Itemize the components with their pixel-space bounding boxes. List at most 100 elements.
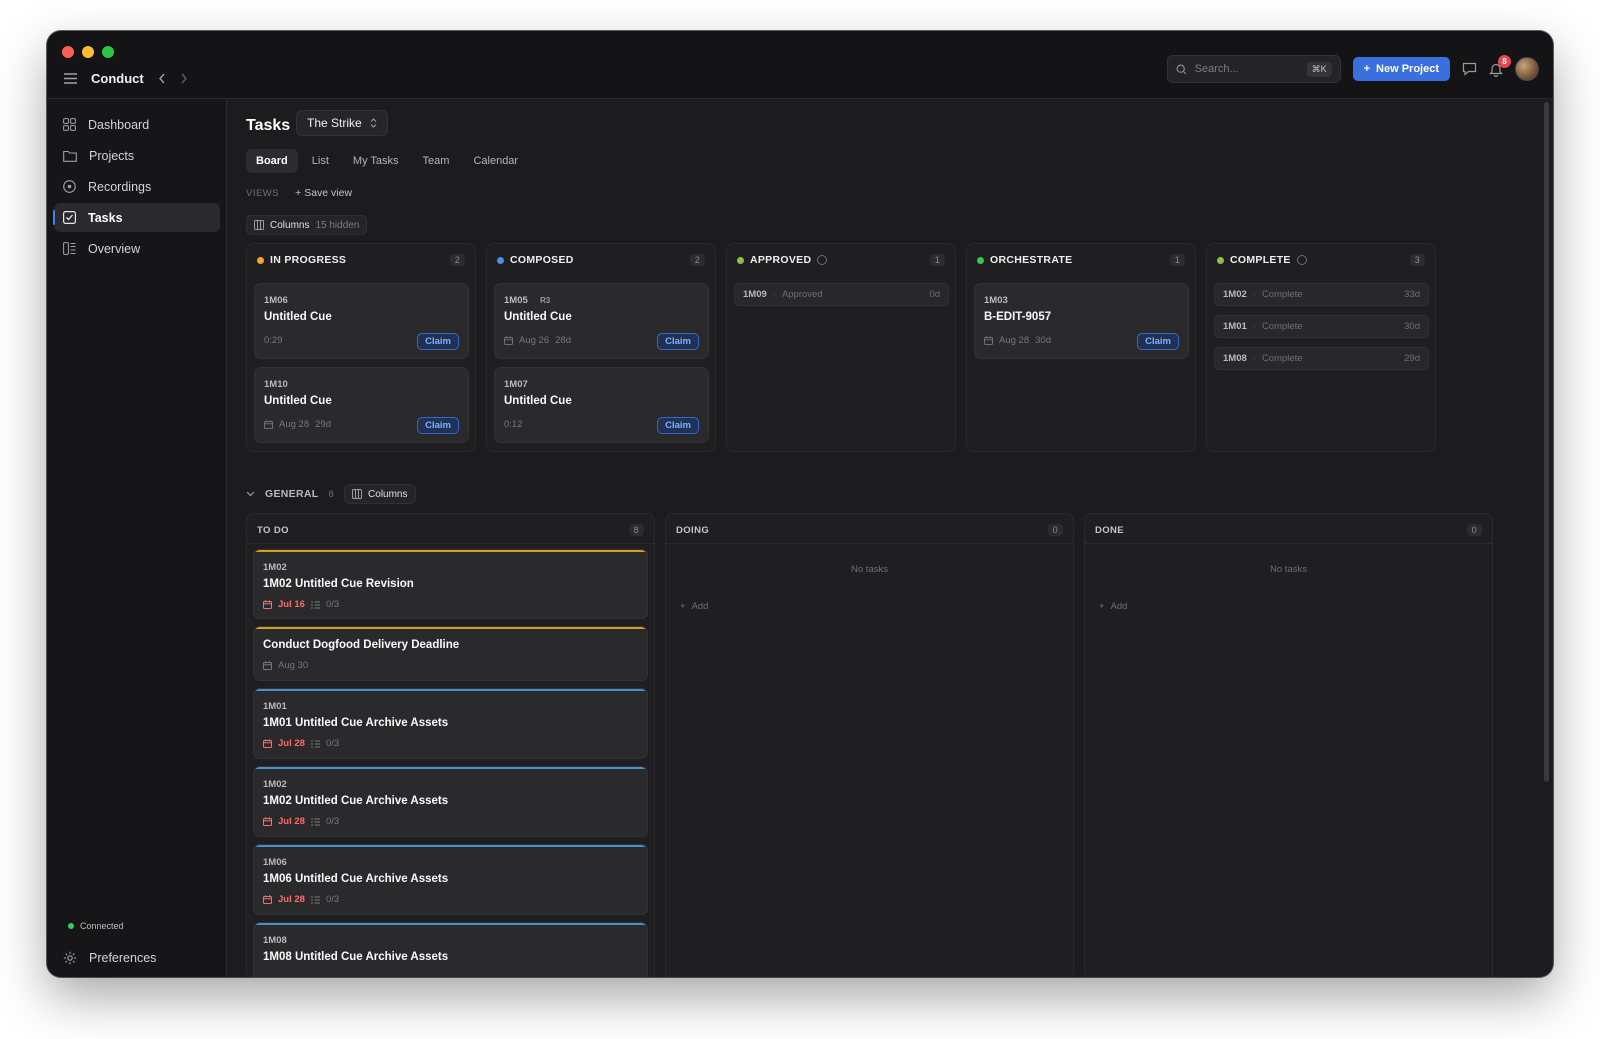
- task-card[interactable]: 1M08 1M08 Untitled Cue Archive Assets: [253, 922, 648, 977]
- back-arrow-icon[interactable]: [158, 73, 166, 84]
- new-project-button[interactable]: + New Project: [1352, 57, 1450, 81]
- project-select[interactable]: The Strike: [296, 110, 388, 136]
- tab-board[interactable]: Board: [246, 149, 298, 173]
- task-card[interactable]: 1M05 R3 Untitled Cue Aug 26 28d Claim: [494, 283, 709, 359]
- task-card[interactable]: 1M06 Untitled Cue 0:29 Claim: [254, 283, 469, 359]
- card-id: 1M05: [504, 295, 528, 306]
- new-project-label: New Project: [1376, 63, 1439, 75]
- chat-icon[interactable]: [1462, 62, 1477, 76]
- columns-hidden-count: 15 hidden: [315, 219, 360, 231]
- tab-team[interactable]: Team: [413, 149, 460, 173]
- empty-state: No tasks: [1270, 564, 1307, 575]
- claim-button[interactable]: Claim: [657, 417, 699, 434]
- preferences-button[interactable]: Preferences: [63, 951, 156, 965]
- column-header: IN PROGRESS 2: [257, 254, 465, 266]
- task-age: 0d: [929, 289, 940, 300]
- task-card[interactable]: 1M07 Untitled Cue 0:12 Claim: [494, 367, 709, 443]
- add-task-button[interactable]: + Add: [680, 601, 708, 612]
- sidebar-item-label: Recordings: [88, 179, 152, 194]
- sidebar-item-dashboard[interactable]: Dashboard: [54, 110, 220, 139]
- task-status: Complete: [1261, 353, 1303, 364]
- sidebar-item-recordings[interactable]: Recordings: [54, 172, 220, 201]
- task-meta: Aug 30: [263, 660, 308, 671]
- card-meta: Aug 28 30d: [984, 335, 1051, 346]
- overview-icon: [63, 242, 76, 255]
- priority-bar: [254, 627, 647, 629]
- search-icon: [1176, 63, 1187, 75]
- tab-my-tasks[interactable]: My Tasks: [343, 149, 409, 173]
- card-title: Untitled Cue: [264, 395, 332, 407]
- add-label: Add: [691, 601, 709, 612]
- card-date: Aug 28: [279, 419, 310, 430]
- sidebar-item-overview[interactable]: Overview: [54, 234, 220, 263]
- status-dot: [497, 256, 504, 264]
- search-input[interactable]: Search... ⌘K: [1166, 55, 1341, 83]
- task-card[interactable]: 1M06 1M06 Untitled Cue Archive Assets Ju…: [253, 844, 648, 915]
- compact-task-row[interactable]: 1M08 · Complete 29d: [1214, 347, 1429, 370]
- sidebar-item-tasks[interactable]: Tasks: [53, 203, 220, 232]
- minimize-window-button[interactable]: [82, 46, 94, 58]
- task-meta: Jul 28 0/3: [263, 816, 339, 827]
- sidebar-item-projects[interactable]: Projects: [54, 141, 220, 170]
- vertical-scrollbar[interactable]: [1544, 102, 1549, 782]
- claim-button[interactable]: Claim: [657, 333, 699, 350]
- columns-icon: [254, 220, 264, 230]
- tab-calendar[interactable]: Calendar: [463, 149, 528, 173]
- lane-count: 8: [628, 524, 644, 536]
- card-title: Untitled Cue: [264, 311, 332, 323]
- project-select-value: The Strike: [307, 116, 362, 130]
- compact-task-row[interactable]: 1M02 · Complete 33d: [1214, 283, 1429, 306]
- forward-arrow-icon[interactable]: [180, 73, 188, 84]
- card-age: 29d: [315, 419, 331, 430]
- calendar-icon: [263, 739, 272, 748]
- app-brand: Conduct: [91, 71, 144, 86]
- add-task-button[interactable]: + Add: [1099, 601, 1127, 612]
- compact-task-row[interactable]: 1M01 · Complete 30d: [1214, 315, 1429, 338]
- claim-button[interactable]: Claim: [1137, 333, 1179, 350]
- chevron-updown-icon: [370, 118, 377, 128]
- avatar[interactable]: [1515, 57, 1539, 81]
- task-id: 1M08: [1223, 353, 1247, 364]
- tab-list[interactable]: List: [302, 149, 339, 173]
- task-title: 1M08 Untitled Cue Archive Assets: [263, 951, 449, 963]
- close-window-button[interactable]: [62, 46, 74, 58]
- group-columns-button[interactable]: Columns: [344, 484, 416, 504]
- task-card[interactable]: 1M02 1M02 Untitled Cue Archive Assets Ju…: [253, 766, 648, 837]
- checkbox-icon: [63, 211, 76, 224]
- columns-button[interactable]: Columns 15 hidden: [246, 215, 368, 235]
- due-date: Aug 30: [278, 660, 309, 671]
- column-title: COMPOSED: [510, 254, 574, 266]
- board-column-approved: APPROVED 1 1M09 · Approved 0d: [726, 243, 956, 452]
- lane-count: 0: [1047, 524, 1063, 536]
- task-card[interactable]: 1M10 Untitled Cue Aug 28 29d Claim: [254, 367, 469, 443]
- task-title: 1M02 Untitled Cue Revision: [263, 578, 414, 590]
- menu-icon[interactable]: [64, 73, 77, 84]
- general-group-header[interactable]: GENERAL 8 Columns: [246, 484, 416, 504]
- task-card[interactable]: 1M03 B-EDIT-9057 Aug 28 30d Claim: [974, 283, 1189, 359]
- card-id: 1M06: [264, 295, 288, 306]
- save-view-button[interactable]: + Save view: [295, 187, 352, 199]
- chevron-down-icon[interactable]: [246, 491, 255, 497]
- group-columns-label: Columns: [368, 488, 408, 500]
- calendar-icon: [263, 817, 272, 826]
- info-icon[interactable]: [817, 255, 828, 265]
- bell-icon[interactable]: 8: [1489, 54, 1511, 77]
- plus-icon: +: [1363, 63, 1371, 75]
- views-bar: VIEWS + Save view: [246, 187, 352, 199]
- divider: [1085, 543, 1492, 544]
- app-window: Conduct Search... ⌘K + New Project 8 Das…: [47, 31, 1553, 977]
- task-card[interactable]: Conduct Dogfood Delivery Deadline Aug 30: [253, 626, 648, 681]
- claim-button[interactable]: Claim: [417, 333, 459, 350]
- task-card[interactable]: 1M01 1M01 Untitled Cue Archive Assets Ju…: [253, 688, 648, 759]
- card-title: B-EDIT-9057: [984, 311, 1052, 323]
- info-icon[interactable]: [1296, 255, 1307, 265]
- task-id: 1M08: [263, 935, 287, 946]
- save-view-label: Save view: [304, 187, 353, 199]
- maximize-window-button[interactable]: [102, 46, 114, 58]
- subtasks-icon: [310, 601, 320, 609]
- task-card[interactable]: 1M02 1M02 Untitled Cue Revision Jul 16 0…: [253, 549, 648, 619]
- compact-task-row[interactable]: 1M09 · Approved 0d: [734, 283, 949, 306]
- add-label: Add: [1110, 601, 1128, 612]
- lane-doing: DOING 0 No tasks + Add: [665, 513, 1074, 977]
- claim-button[interactable]: Claim: [417, 417, 459, 434]
